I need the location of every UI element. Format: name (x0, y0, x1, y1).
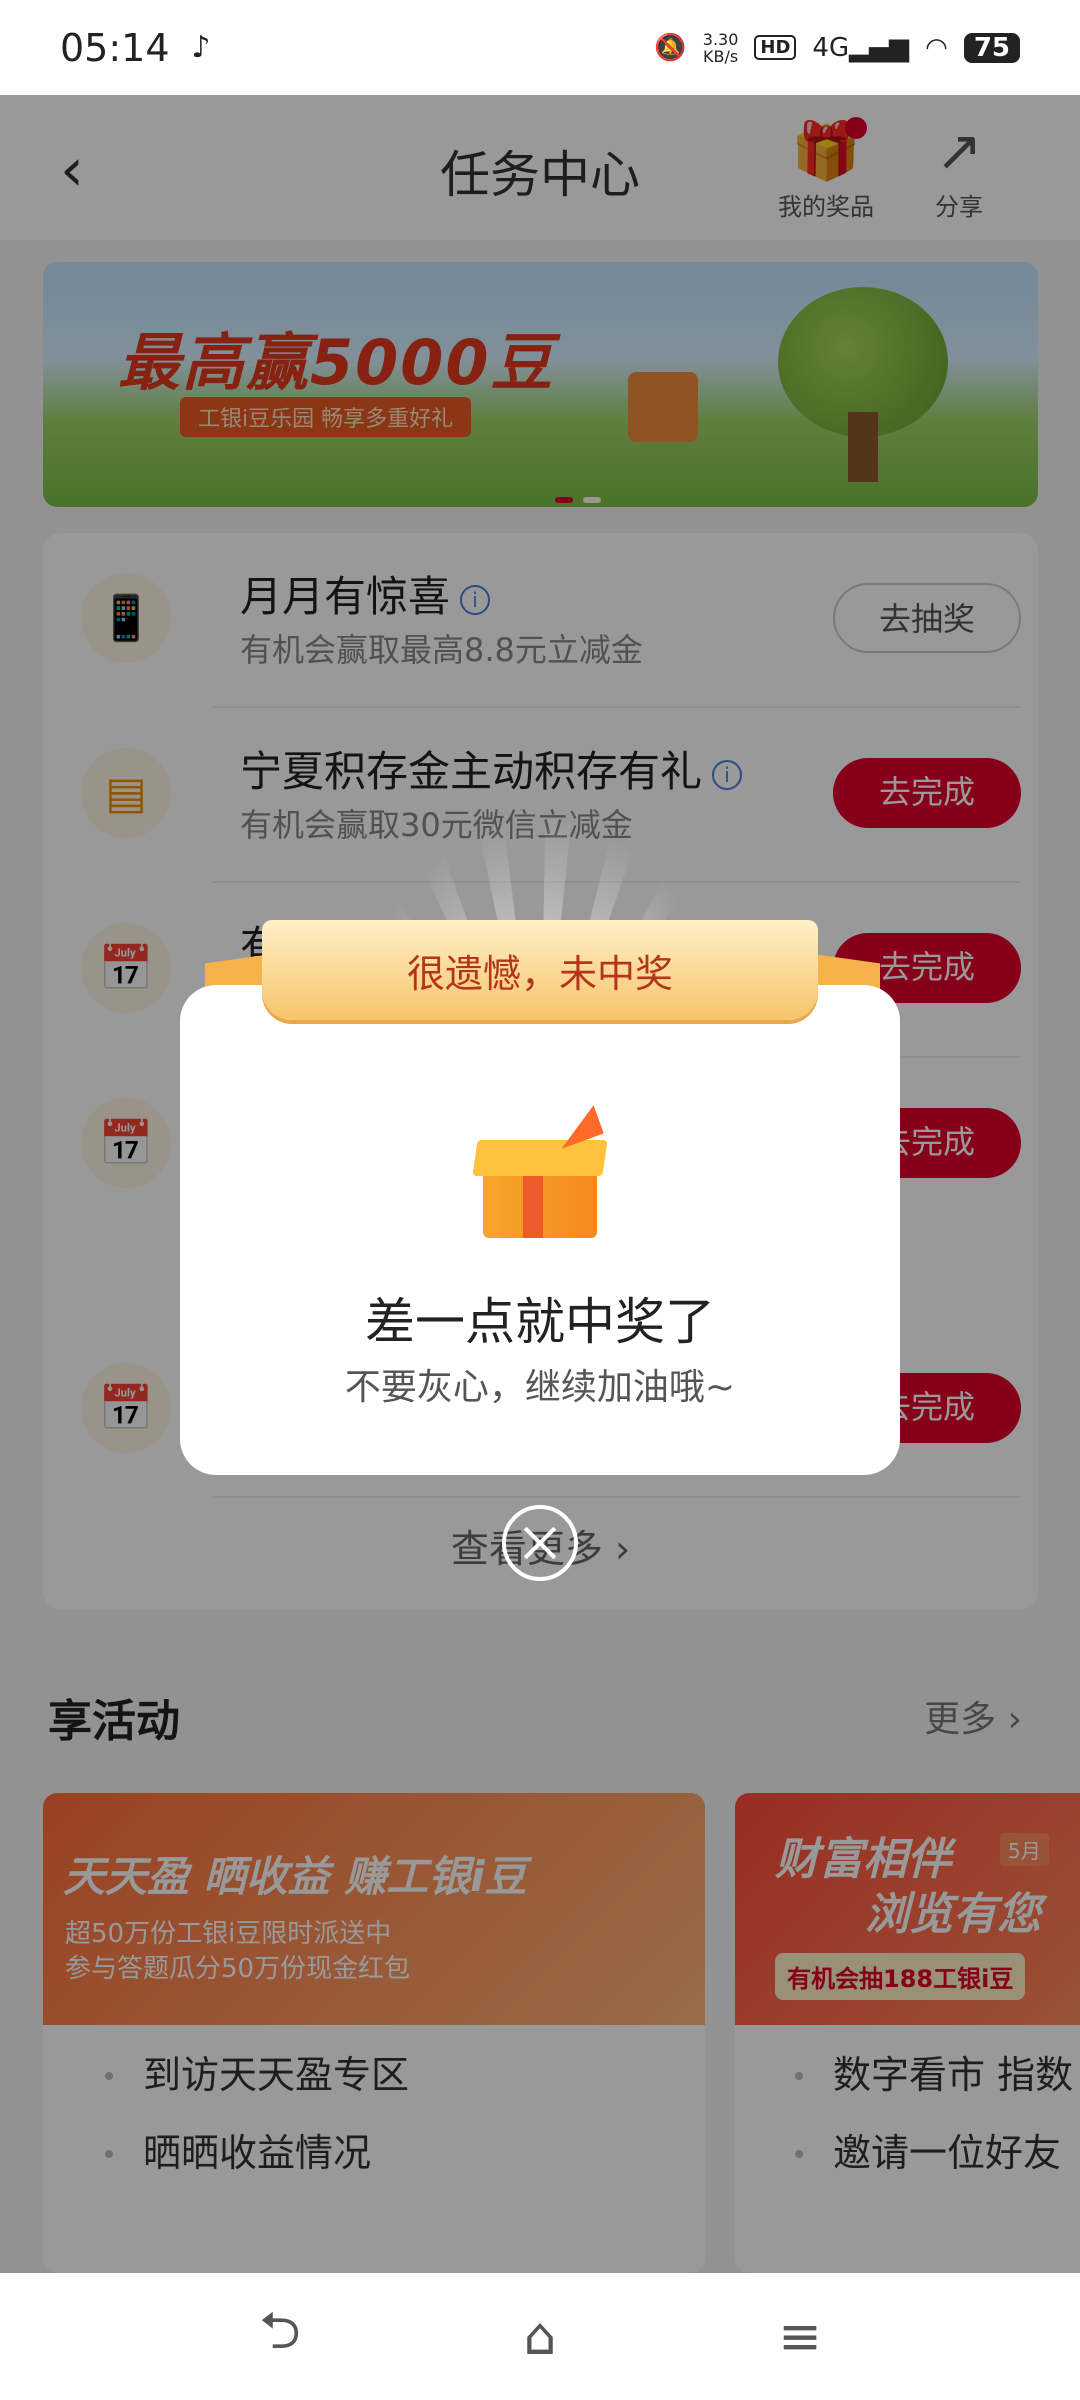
box-lid (472, 1140, 608, 1176)
hd-icon: HD (754, 35, 797, 60)
box-band (523, 1170, 543, 1238)
back-nav-icon[interactable]: ⮌ (240, 2292, 320, 2381)
signal-icon: 4G▂▄▆ (812, 32, 910, 63)
dialog-subtitle: 不要灰心，继续加油哦~ (344, 1367, 736, 1408)
battery-icon: 75 (963, 32, 1020, 63)
status-icons: 🔕 3.30 KB/s HD 4G▂▄▆ ◠ 75 (654, 31, 1020, 65)
result-ribbon: 很遗憾，未中奖 (262, 920, 818, 1020)
mute-icon: 🔕 (654, 32, 687, 63)
wifi-icon: ◠ (925, 32, 948, 63)
network-speed: 3.30 KB/s (702, 29, 739, 66)
home-icon[interactable]: ⌂ (500, 2307, 580, 2367)
dialog-title: 差一点就中奖了 (365, 1293, 715, 1351)
status-bar: 05:14 ♪ 🔕 3.30 KB/s HD 4G▂▄▆ ◠ 75 (0, 0, 1080, 95)
menu-icon[interactable]: ≡ (760, 2307, 840, 2367)
tiktok-icon: ♪ (191, 30, 211, 65)
system-nav-bar: ⮌ ⌂ ≡ (0, 2273, 1080, 2400)
clock: 05:14 (60, 25, 170, 70)
close-icon[interactable] (502, 1505, 578, 1581)
